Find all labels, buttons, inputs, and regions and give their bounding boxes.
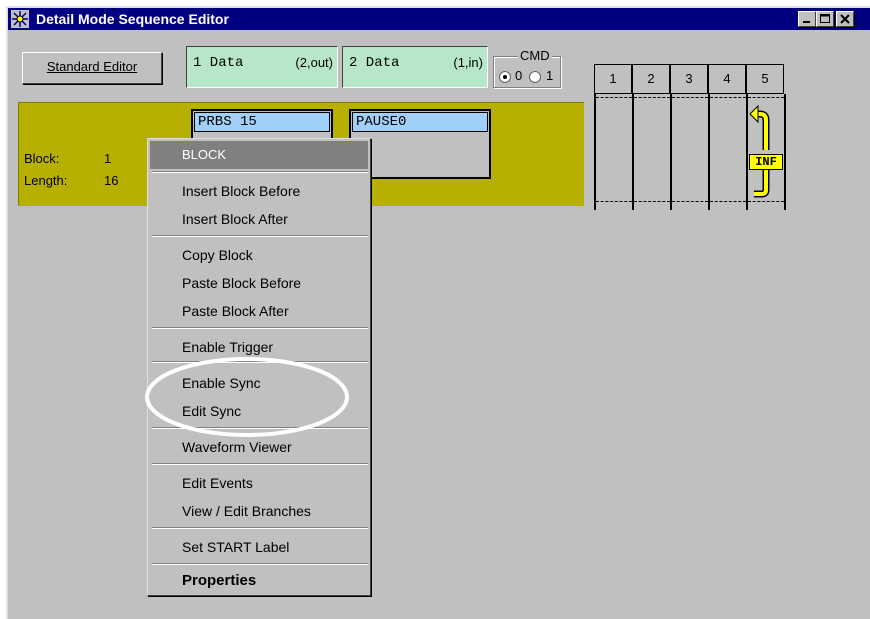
- length-value: 16: [104, 173, 119, 188]
- cmd-radio-0-label: 0: [515, 68, 523, 83]
- data-2-channel: (1,in): [453, 55, 483, 70]
- seq-column-header[interactable]: 4: [708, 64, 746, 94]
- block-value: 1: [104, 151, 112, 166]
- seq-column-header[interactable]: 2: [632, 64, 670, 94]
- menu-properties[interactable]: Properties: [182, 571, 256, 591]
- standard-editor-button[interactable]: Standard Editor: [22, 52, 162, 84]
- menu-separator: [152, 463, 368, 465]
- radio-selected-dot: [503, 75, 507, 79]
- seq-column[interactable]: [708, 94, 746, 210]
- cmd-radio-0[interactable]: [499, 71, 511, 83]
- segment-prbs-name: PRBS 15: [194, 112, 330, 132]
- app-icon[interactable]: [11, 10, 29, 28]
- minimize-button[interactable]: [798, 11, 816, 27]
- menu-separator: [152, 171, 368, 173]
- menu-insert-block-before[interactable]: Insert Block Before: [182, 181, 300, 201]
- menu-separator: [152, 563, 368, 565]
- data-1-name: 1 Data: [193, 55, 244, 71]
- length-label: Length:: [24, 173, 68, 188]
- menu-view-edit-branches[interactable]: View / Edit Branches: [182, 501, 311, 521]
- seq-column-header[interactable]: 3: [670, 64, 708, 94]
- cmd-group: CMD 0 1: [493, 48, 561, 88]
- sequence-editor-window: Detail Mode Sequence Editor Standard Edi…: [6, 6, 870, 619]
- menu-paste-block-after[interactable]: Paste Block After: [182, 301, 289, 321]
- loop-arrow-icon: [749, 104, 770, 198]
- data-2-name: 2 Data: [349, 55, 400, 71]
- block-label: Block:: [24, 151, 60, 166]
- menu-header: BLOCK: [150, 141, 368, 169]
- menu-enable-trigger[interactable]: Enable Trigger: [182, 337, 273, 357]
- segment-pause-name: PAUSE0: [352, 112, 488, 132]
- title-bar[interactable]: Detail Mode Sequence Editor: [8, 8, 870, 30]
- seq-column[interactable]: [594, 94, 632, 210]
- seq-column-header[interactable]: 1: [594, 64, 632, 94]
- maximize-icon: [820, 14, 830, 23]
- minimize-icon: [803, 21, 810, 23]
- menu-separator: [152, 361, 368, 363]
- window-title: Detail Mode Sequence Editor: [36, 11, 229, 27]
- maximize-button[interactable]: [816, 11, 834, 27]
- data-1-channel: (2,out): [295, 55, 333, 70]
- menu-insert-block-after[interactable]: Insert Block After: [182, 209, 288, 229]
- menu-separator: [152, 327, 368, 329]
- cmd-radio-1[interactable]: [529, 71, 541, 83]
- close-button[interactable]: [836, 11, 854, 27]
- block-context-menu: BLOCK Insert Block Before Insert Block A…: [147, 138, 371, 596]
- menu-set-start-label[interactable]: Set START Label: [182, 537, 289, 557]
- close-icon: [840, 14, 850, 24]
- data-channel-1[interactable]: 1 Data (2,out): [186, 46, 338, 88]
- menu-separator: [152, 235, 368, 237]
- menu-edit-events[interactable]: Edit Events: [182, 473, 253, 493]
- seq-column[interactable]: [670, 94, 708, 210]
- standard-editor-label: Standard Editor: [46, 59, 138, 74]
- menu-waveform-viewer[interactable]: Waveform Viewer: [182, 437, 292, 457]
- seq-column-header[interactable]: 5: [746, 64, 784, 94]
- seq-column[interactable]: [632, 94, 670, 210]
- menu-enable-sync[interactable]: Enable Sync: [182, 373, 261, 393]
- menu-separator: [152, 427, 368, 429]
- data-channel-2[interactable]: 2 Data (1,in): [342, 46, 488, 88]
- menu-separator: [152, 527, 368, 529]
- loop-label: INF: [749, 154, 783, 170]
- menu-copy-block[interactable]: Copy Block: [182, 245, 253, 265]
- menu-paste-block-before[interactable]: Paste Block Before: [182, 273, 301, 293]
- cmd-legend: CMD: [518, 48, 552, 63]
- menu-edit-sync[interactable]: Edit Sync: [182, 401, 241, 421]
- cmd-radio-1-label: 1: [546, 68, 554, 83]
